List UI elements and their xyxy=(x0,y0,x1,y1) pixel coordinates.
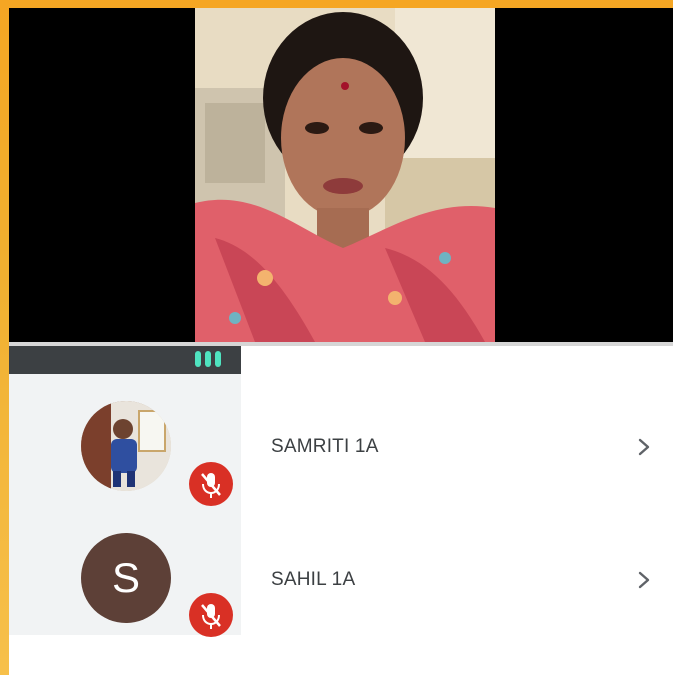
mic-off-icon xyxy=(189,593,233,637)
participant-row-sahil[interactable]: S SAHIL 1A xyxy=(9,508,673,638)
mic-off-icon xyxy=(189,462,233,506)
audio-level-icon xyxy=(195,351,231,367)
main-video-area[interactable] xyxy=(9,8,673,342)
participants-panel: SAMRITI 1A S SAHIL 1A xyxy=(9,346,673,675)
participant-name: SAHIL 1A xyxy=(271,569,356,590)
avatar-image xyxy=(81,401,171,491)
participant-avatar-photo xyxy=(81,401,171,491)
participant-avatar-letter: S xyxy=(81,533,171,623)
meeting-screen: SAMRITI 1A S SAHIL 1A xyxy=(9,8,673,675)
chevron-right-icon[interactable] xyxy=(635,571,653,589)
participant-row-samriti[interactable]: SAMRITI 1A xyxy=(9,376,673,506)
window-frame: SAMRITI 1A S SAHIL 1A xyxy=(0,0,673,675)
active-speaker-tile-strip xyxy=(9,346,241,374)
participant-name: SAMRITI 1A xyxy=(271,436,379,457)
presenter-video-image xyxy=(195,8,495,342)
chevron-right-icon[interactable] xyxy=(635,438,653,456)
presenter-video-feed xyxy=(195,8,495,342)
